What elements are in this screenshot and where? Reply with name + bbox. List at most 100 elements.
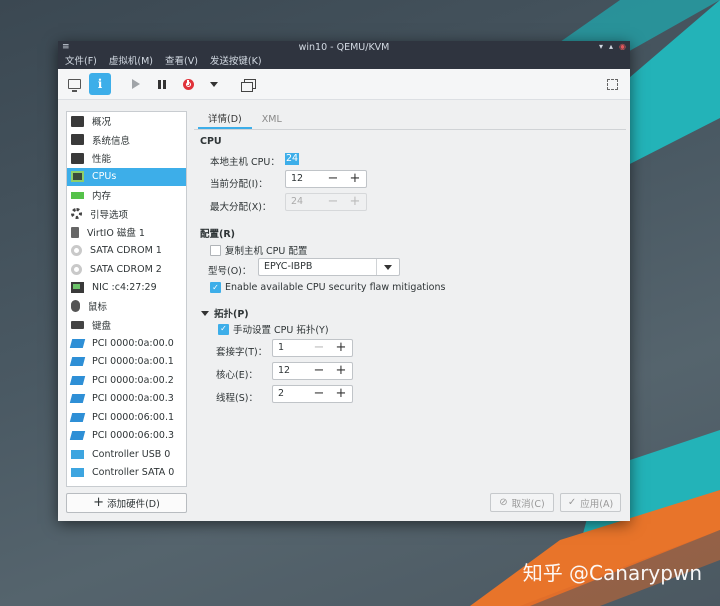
fullscreen-button[interactable] (601, 73, 623, 95)
sidebar-item-label: NIC :c4:27:29 (92, 282, 157, 294)
apply-button[interactable]: ✓ 应用(A) (560, 493, 621, 512)
sidebar-item-label: Controller SATA 0 (92, 467, 175, 479)
run-button[interactable] (125, 73, 147, 95)
manual-topology-label: 手动设置 CPU 拓扑(Y) (233, 325, 329, 336)
sidebar-item-item-0[interactable]: 概况 (67, 112, 186, 131)
decrement-button[interactable]: − (322, 171, 344, 187)
sidebar-item-item-5[interactable]: 引导选项 (67, 205, 186, 224)
increment-button[interactable]: + (330, 363, 352, 379)
threads-value[interactable]: 2 (273, 386, 308, 402)
threads-spinner: 2 − + (272, 385, 353, 403)
cores-label: 核心(E)： (216, 370, 258, 381)
plus-icon: + (93, 495, 105, 510)
tab-xml[interactable]: XML (252, 113, 292, 129)
sidebar-item-item-2[interactable]: 性能 (67, 149, 186, 168)
sidebar-item-label: 概况 (92, 117, 112, 129)
topology-expander[interactable]: 拓扑(P) (201, 306, 249, 320)
sidebar-item-label: 键盘 (92, 320, 112, 332)
sidebar-item-item-4[interactable]: 内存 (67, 186, 186, 205)
decrement-button[interactable]: − (308, 340, 330, 356)
manual-topology-checkbox[interactable]: ✓ 手动设置 CPU 拓扑(Y) (218, 322, 329, 336)
title-bar: ≡ win10 - QEMU/KVM ▾ ▴ ◉ (58, 41, 630, 54)
sidebar-item-label: PCI 0000:06:00.1 (92, 411, 175, 423)
menu-bar: 文件(F) 虚拟机(M) 查看(V) 发送按键(K) (58, 54, 630, 69)
cancel-icon: ⊘ (499, 497, 508, 508)
increment-button: + (349, 194, 361, 209)
sidebar-item-pci-0000-0a-00-1[interactable]: PCI 0000:0a:00.1 (67, 353, 186, 372)
cpu-model-combo[interactable]: EPYC-IBPB (258, 258, 400, 276)
sockets-value[interactable]: 1 (273, 340, 308, 356)
menu-file[interactable]: 文件(F) (65, 54, 97, 69)
snapshot-button[interactable] (239, 73, 261, 95)
pci-icon (69, 375, 86, 385)
sidebar-item-cpus[interactable]: CPUs (67, 167, 186, 186)
sidebar-item-label: Controller PCIe 0 (92, 486, 172, 487)
tab-divider (194, 129, 626, 130)
pci-icon (69, 338, 86, 348)
sidebar-item-pci-0000-06-00-3[interactable]: PCI 0000:06:00.3 (67, 427, 186, 446)
add-hardware-button[interactable]: + 添加硬件(D) (66, 493, 187, 513)
sidebar-item-item-11[interactable]: 键盘 (67, 316, 186, 335)
cd-icon (71, 263, 82, 275)
cancel-button[interactable]: ⊘ 取消(C) (490, 493, 554, 512)
cores-value[interactable]: 12 (273, 363, 308, 379)
menu-vm[interactable]: 虚拟机(M) (109, 54, 153, 69)
current-alloc-label: 当前分配(I)： (210, 179, 268, 190)
shutdown-menu-button[interactable] (203, 73, 225, 95)
menu-send-key[interactable]: 发送按键(K) (210, 54, 262, 69)
sidebar-item-controller-usb-0[interactable]: Controller USB 0 (67, 445, 186, 464)
copy-host-cpu-checkbox[interactable]: 复制主机 CPU 配置 (210, 243, 307, 257)
details-button[interactable]: i (89, 73, 111, 95)
sidebar-item-label: PCI 0000:0a:00.3 (92, 393, 174, 405)
increment-button[interactable]: + (344, 171, 366, 187)
decrement-button[interactable]: − (308, 363, 330, 379)
sidebar-item-item-1[interactable]: 系统信息 (67, 131, 186, 150)
minimize-icon[interactable]: ▾ (599, 41, 603, 53)
current-alloc-value[interactable]: 12 (286, 171, 322, 187)
sidebar-item-nic-c4-27-29[interactable]: NIC :c4:27:29 (67, 279, 186, 298)
usb-icon (71, 468, 84, 478)
cpu-details-panel: 详情(D) XML CPU 本地主机 CPU： 24 当前分配(I)： 12 −… (194, 111, 626, 486)
chart-icon (71, 152, 84, 164)
window-title: win10 - QEMU/KVM (298, 42, 390, 53)
sidebar-item-controller-pcie-0[interactable]: Controller PCIe 0 (67, 482, 186, 487)
console-button[interactable] (63, 73, 85, 95)
max-alloc-label: 最大分配(X)： (210, 202, 272, 213)
chevron-down-icon (210, 81, 218, 87)
pci-icon (69, 394, 86, 404)
checkbox-checked-icon: ✓ (218, 323, 229, 335)
sidebar-item-label: PCI 0000:0a:00.1 (92, 356, 174, 368)
keyboard-icon (71, 320, 84, 329)
copy-host-cpu-label: 复制主机 CPU 配置 (225, 246, 308, 257)
shutdown-button[interactable] (177, 73, 199, 95)
maximize-icon[interactable]: ▴ (609, 41, 613, 53)
sidebar-item-pci-0000-0a-00-0[interactable]: PCI 0000:0a:00.0 (67, 334, 186, 353)
decrement-button[interactable]: − (308, 386, 330, 402)
pause-button[interactable] (151, 73, 173, 95)
pci-icon (69, 412, 86, 422)
sidebar-item-virtio-1[interactable]: VirtIO 磁盘 1 (67, 223, 186, 242)
mitigations-checkbox[interactable]: ✓ Enable available CPU security flaw mit… (210, 282, 445, 293)
close-icon[interactable]: ◉ (619, 41, 626, 53)
sidebar-item-sata-cdrom-2[interactable]: SATA CDROM 2 (67, 260, 186, 279)
decrement-button: − (327, 194, 339, 209)
power-icon (182, 78, 194, 90)
menu-view[interactable]: 查看(V) (165, 54, 198, 69)
sidebar-item-label: PCI 0000:0a:00.2 (92, 374, 174, 386)
pci-icon (69, 431, 86, 441)
cancel-label: 取消(C) (511, 498, 545, 510)
sidebar-item-pci-0000-06-00-1[interactable]: PCI 0000:06:00.1 (67, 408, 186, 427)
tab-details[interactable]: 详情(D) (198, 113, 252, 129)
sidebar-item-label: 系统信息 (92, 135, 131, 147)
expander-arrow-icon (201, 310, 209, 316)
sidebar-item-item-10[interactable]: 鼠标 (67, 297, 186, 316)
sidebar-item-pci-0000-0a-00-3[interactable]: PCI 0000:0a:00.3 (67, 390, 186, 409)
monitor-icon (67, 79, 81, 92)
increment-button[interactable]: + (330, 386, 352, 402)
sidebar-item-sata-cdrom-1[interactable]: SATA CDROM 1 (67, 242, 186, 261)
sidebar-item-label: PCI 0000:0a:00.0 (92, 337, 174, 349)
sidebar-item-controller-sata-0[interactable]: Controller SATA 0 (67, 464, 186, 483)
increment-button[interactable]: + (330, 340, 352, 356)
pci-icon (69, 357, 86, 367)
sidebar-item-pci-0000-0a-00-2[interactable]: PCI 0000:0a:00.2 (67, 371, 186, 390)
